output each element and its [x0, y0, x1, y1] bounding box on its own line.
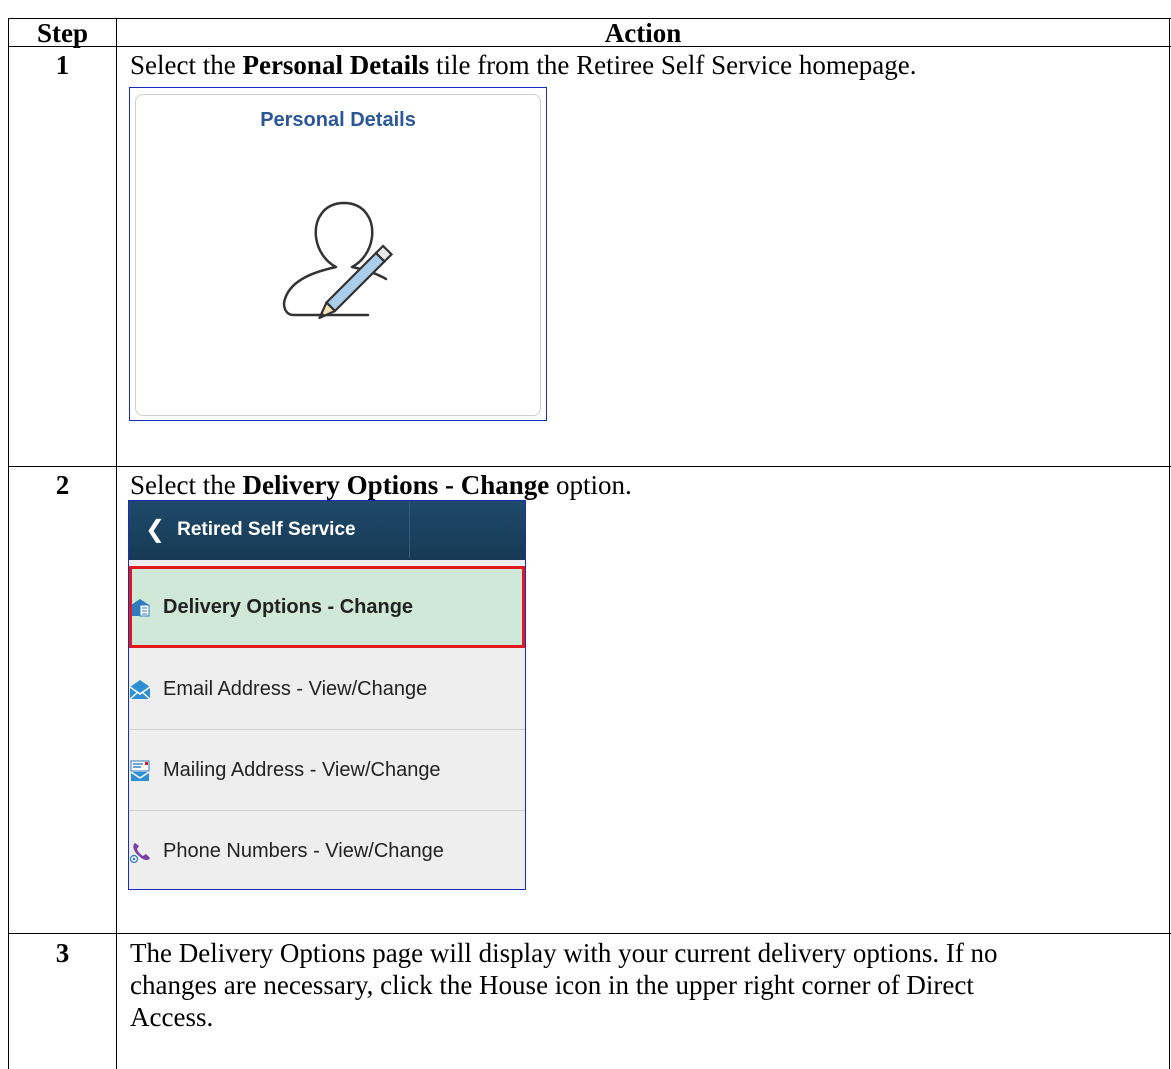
instruction-table: Step Action 1 Select the Personal Detail…: [0, 0, 1171, 1069]
tile-title: Personal Details: [260, 109, 416, 131]
table-column-divider: [116, 18, 117, 1069]
back-button-label: Retired Self Service: [177, 518, 356, 540]
menu-item-label: Email Address - View/Change: [163, 678, 428, 700]
menu-item-label: Delivery Options - Change: [163, 595, 414, 618]
instruction-text: Select the: [130, 50, 243, 80]
step-number: 3: [55, 938, 70, 968]
menu-item-label: Mailing Address - View/Change: [163, 759, 441, 781]
personal-details-screenshot: Personal Details: [129, 87, 547, 421]
menu-item-email-address[interactable]: Email Address - View/Change: [129, 650, 525, 730]
instruction-emphasis: Personal Details: [242, 50, 430, 80]
instruction-text: option.: [549, 470, 632, 500]
menu-item-delivery-options[interactable]: Delivery Options - Change: [129, 566, 525, 648]
menu-item-label: Phone Numbers - View/Change: [163, 840, 444, 862]
step-instruction: Select the Personal Details tile from th…: [130, 49, 1160, 81]
delivery-options-icon: [131, 599, 150, 617]
step-instruction: Select the Delivery Options - Change opt…: [130, 469, 1160, 501]
nav-header: ❮ Retired Self Service: [129, 501, 525, 560]
person-edit-icon: [282, 201, 394, 320]
table-border-right: [1169, 18, 1170, 1069]
table-border-left: [8, 18, 9, 1069]
back-button[interactable]: ❮ Retired Self Service: [129, 501, 410, 558]
row1-divider: [8, 466, 1171, 467]
step-number: 1: [55, 50, 70, 80]
mailing-address-icon: [130, 760, 150, 781]
menu-item-mailing-address[interactable]: Mailing Address - View/Change: [129, 731, 525, 811]
personal-details-tile[interactable]: Personal Details: [135, 94, 541, 416]
instruction-text: tile from the Retiree Self Service homep…: [429, 50, 917, 80]
navigation-menu-screenshot: ❮ Retired Self Service Delivery Options …: [128, 500, 526, 890]
menu-item-phone-numbers[interactable]: Phone Numbers - View/Change: [129, 812, 525, 889]
step-instruction-line: changes are necessary, click the House i…: [130, 970, 974, 1000]
phone-icon: [129, 842, 150, 863]
row2-divider: [8, 933, 1171, 934]
header-action: Action: [604, 18, 682, 48]
header-step: Step: [36, 18, 88, 48]
step-instruction-line: Access.: [130, 1002, 214, 1032]
instruction-text: Select the: [130, 470, 243, 500]
step-number: 2: [55, 470, 70, 500]
instruction-emphasis: Delivery Options - Change: [242, 470, 550, 500]
email-icon: [129, 679, 151, 700]
step-instruction-line: The Delivery Options page will display w…: [130, 938, 998, 968]
chevron-left-icon: ❮: [145, 516, 166, 543]
